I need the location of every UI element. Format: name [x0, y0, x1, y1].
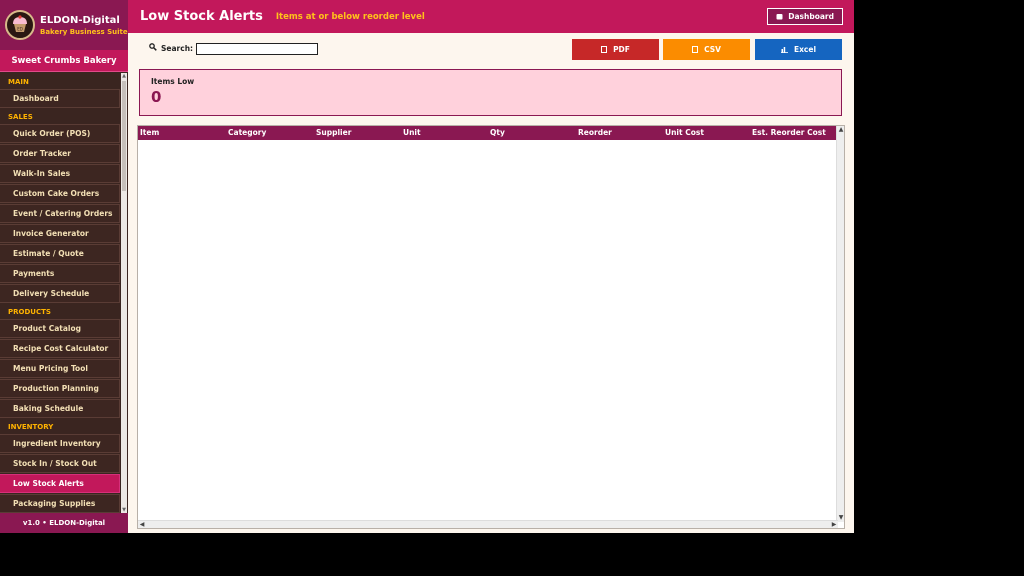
export-excel-label: Excel: [793, 45, 817, 54]
sidebar-footer: v1.0 • ELDON-Digital: [0, 513, 128, 533]
scroll-up-arrow-icon[interactable]: ▲: [121, 73, 127, 79]
table-horizontal-scrollbar[interactable]: ◀ ▶: [138, 520, 838, 528]
scroll-right-arrow-icon[interactable]: ▶: [830, 521, 838, 529]
dashboard-button[interactable]: Dashboard: [767, 8, 843, 25]
nav-item-production-planning[interactable]: Production Planning: [0, 379, 120, 398]
search-icon: [149, 43, 157, 53]
nav-section-inventory: INVENTORY: [8, 423, 54, 431]
app-subtitle: Bakery Business Suite: [40, 27, 128, 36]
scroll-down-arrow-icon[interactable]: ▼: [837, 514, 845, 522]
sidebar-scrollbar[interactable]: ▲ ▼: [121, 73, 127, 513]
page-subtitle: Items at or below reorder level: [275, 11, 425, 22]
nav-item-delivery-schedule[interactable]: Delivery Schedule: [0, 284, 120, 303]
nav-item-recipe-cost-calculator[interactable]: Recipe Cost Calculator: [0, 339, 120, 358]
svg-text:ED: ED: [17, 27, 23, 32]
nav-item-product-catalog[interactable]: Product Catalog: [0, 319, 120, 338]
column-header-unit-cost[interactable]: Unit Cost: [663, 126, 750, 140]
nav-item-event-catering-orders[interactable]: Event / Catering Orders: [0, 204, 120, 223]
page-title: Low Stock Alerts: [140, 9, 263, 24]
search-input[interactable]: [196, 43, 318, 55]
nav-item-menu-pricing-tool[interactable]: Menu Pricing Tool: [0, 359, 120, 378]
file-icon: [692, 46, 699, 53]
export-csv-label: CSV: [704, 45, 721, 54]
nav-item-walk-in-sales[interactable]: Walk-In Sales: [0, 164, 120, 183]
nav-item-stock-in-out[interactable]: Stock In / Stock Out: [0, 454, 120, 473]
search-label: Search:: [161, 44, 194, 53]
nav-section-products: PRODUCTS: [8, 308, 51, 316]
scroll-up-arrow-icon[interactable]: ▲: [837, 126, 845, 134]
home-icon: [776, 14, 783, 20]
column-header-category[interactable]: Category: [226, 126, 314, 140]
table-header: Item Category Supplier Unit Qty Reorder …: [138, 126, 837, 140]
column-header-qty[interactable]: Qty: [488, 126, 576, 140]
app-title: ELDON-Digital: [40, 14, 120, 26]
table-vertical-scrollbar[interactable]: ▲ ▼: [836, 126, 844, 522]
dashboard-button-label: Dashboard: [788, 12, 834, 21]
nav-item-custom-cake-orders[interactable]: Custom Cake Orders: [0, 184, 120, 203]
nav-section-main: MAIN: [8, 78, 29, 86]
column-header-unit[interactable]: Unit: [401, 126, 488, 140]
sidebar-nav: MAIN Dashboard SALES Quick Order (POS) O…: [0, 73, 128, 513]
column-header-est-reorder-cost[interactable]: Est. Reorder Cost: [750, 126, 837, 140]
nav-item-order-tracker[interactable]: Order Tracker: [0, 144, 120, 163]
chart-icon: [780, 47, 788, 53]
toolbar: Search: PDF CSV Excel: [128, 37, 854, 61]
column-header-supplier[interactable]: Supplier: [314, 126, 401, 140]
sidebar: ED ELDON-Digital Bakery Business Suite S…: [0, 0, 128, 533]
column-header-reorder[interactable]: Reorder: [576, 126, 663, 140]
nav-item-payments[interactable]: Payments: [0, 264, 120, 283]
cupcake-logo-icon: ED: [5, 10, 35, 40]
items-low-label: Items Low: [151, 77, 195, 86]
sidebar-scroll-thumb[interactable]: [122, 81, 126, 191]
sidebar-header: ED ELDON-Digital Bakery Business Suite: [0, 0, 128, 50]
header-bar: Low Stock Alerts Items at or below reord…: [128, 0, 854, 33]
scroll-left-arrow-icon[interactable]: ◀: [138, 521, 146, 529]
nav-section-sales: SALES: [8, 113, 33, 121]
nav-item-low-stock-alerts[interactable]: Low Stock Alerts: [0, 474, 120, 493]
main-content: Low Stock Alerts Items at or below reord…: [128, 0, 854, 533]
export-csv-button[interactable]: CSV: [663, 39, 750, 60]
items-low-card: Items Low 0: [139, 69, 842, 116]
nav-item-packaging-supplies[interactable]: Packaging Supplies: [0, 494, 120, 513]
nav-item-baking-schedule[interactable]: Baking Schedule: [0, 399, 120, 418]
business-name: Sweet Crumbs Bakery: [0, 50, 128, 72]
nav-item-ingredient-inventory[interactable]: Ingredient Inventory: [0, 434, 120, 453]
low-stock-table: Item Category Supplier Unit Qty Reorder …: [137, 125, 845, 529]
nav-item-quick-order[interactable]: Quick Order (POS): [0, 124, 120, 143]
items-low-count: 0: [151, 88, 162, 106]
export-pdf-button[interactable]: PDF: [572, 39, 659, 60]
column-header-item[interactable]: Item: [138, 126, 226, 140]
export-pdf-label: PDF: [613, 45, 630, 54]
document-icon: [601, 46, 608, 53]
export-excel-button[interactable]: Excel: [755, 39, 842, 60]
nav-item-estimate-quote[interactable]: Estimate / Quote: [0, 244, 120, 263]
nav-item-invoice-generator[interactable]: Invoice Generator: [0, 224, 120, 243]
nav-item-dashboard[interactable]: Dashboard: [0, 89, 120, 108]
